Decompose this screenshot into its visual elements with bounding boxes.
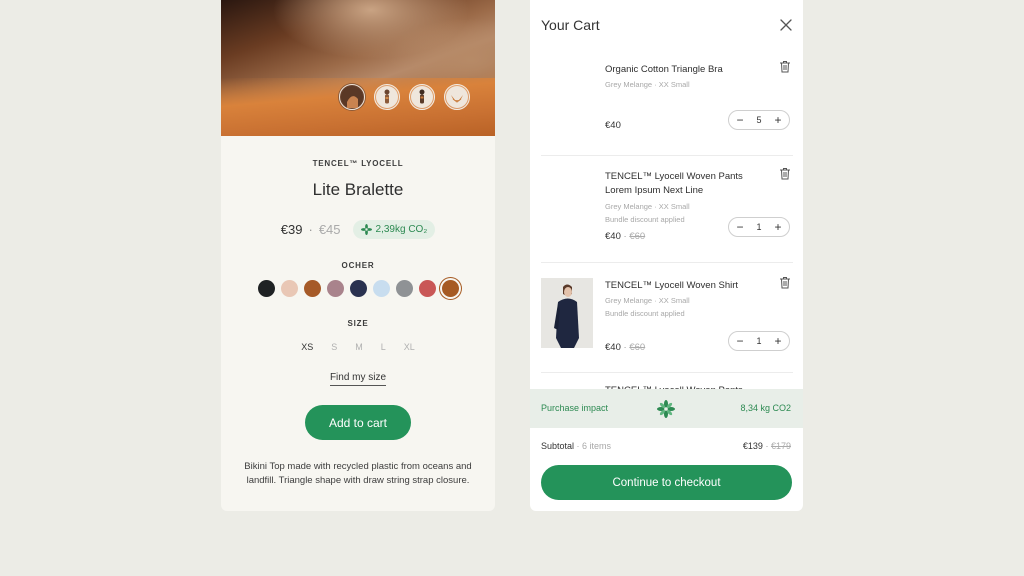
price-separator: · <box>308 222 313 237</box>
size-m[interactable]: M <box>355 342 363 352</box>
impact-label: Purchase impact <box>541 403 609 413</box>
total-old-price: €179 <box>770 441 791 451</box>
divider <box>541 372 793 373</box>
product-old-price: €45 <box>318 222 341 237</box>
thumbnail-4[interactable] <box>444 84 470 110</box>
swatch-grey[interactable] <box>395 280 413 297</box>
swatch-ocher[interactable] <box>441 280 459 297</box>
quantity-value: 1 <box>756 336 762 346</box>
item-price-value: €40 <box>605 120 621 131</box>
increment-button[interactable]: + <box>773 335 783 347</box>
checkout-button[interactable]: Continue to checkout <box>541 465 792 500</box>
close-icon[interactable] <box>779 18 793 32</box>
impact-value: 8,34 kg CO2 <box>740 403 791 413</box>
cart-panel: Your Cart Organic Cotton Triangle Bra Gr… <box>530 0 803 511</box>
product-card: TENCEL™ LYOCELL Lite Bralette €39 · €45 … <box>221 0 495 511</box>
color-swatches <box>221 280 495 297</box>
product-hero-image <box>221 0 495 136</box>
divider <box>541 262 793 263</box>
trash-icon[interactable] <box>779 276 791 289</box>
item-price-value: €40 <box>605 231 621 242</box>
item-price: €40 · €60 <box>605 231 646 242</box>
item-old-price: €60 <box>629 342 646 353</box>
item-name: TENCEL™ Lyocell Woven Shirt <box>605 280 739 291</box>
item-name: Organic Cotton Triangle Bra <box>605 64 723 75</box>
thumbnail-2[interactable] <box>374 84 400 110</box>
divider <box>541 155 793 156</box>
co2-badge: 2,39kg CO₂ <box>352 220 436 239</box>
size-s[interactable]: S <box>331 342 337 352</box>
product-description: Bikini Top made with recycled plastic fr… <box>244 461 472 486</box>
leaf-icon <box>360 224 372 235</box>
product-thumbnail[interactable] <box>541 278 593 348</box>
swatch-coral[interactable] <box>418 280 436 297</box>
product-title: Lite Bralette <box>312 180 404 199</box>
swatch-rust[interactable] <box>303 280 321 297</box>
size-label: SIZE <box>347 319 369 328</box>
swatch-light-blue[interactable] <box>372 280 390 297</box>
thumbnail-1[interactable] <box>339 84 365 110</box>
quantity-stepper: − 1 + <box>728 331 790 351</box>
trash-icon[interactable] <box>779 167 791 180</box>
quantity-stepper: − 5 + <box>728 110 790 130</box>
increment-button[interactable]: + <box>773 114 783 126</box>
swatch-blush[interactable] <box>280 280 298 297</box>
item-variant: Grey Melange · XX Small <box>605 202 690 211</box>
quantity-value: 5 <box>756 115 762 125</box>
size-l[interactable]: L <box>381 342 386 352</box>
image-thumbnails <box>339 84 470 110</box>
item-old-price: €60 <box>629 231 646 242</box>
product-details: TENCEL™ LYOCELL Lite Bralette €39 · €45 … <box>221 159 495 488</box>
decrement-button[interactable]: − <box>735 221 745 233</box>
increment-button[interactable]: + <box>773 221 783 233</box>
subtotal-count: 6 items <box>582 441 612 451</box>
size-xl[interactable]: XL <box>404 342 415 352</box>
co2-value: 2,39kg CO₂ <box>375 224 428 235</box>
find-my-size-link[interactable]: Find my size <box>329 372 387 386</box>
item-price: €40 <box>605 120 621 131</box>
item-price-value: €40 <box>605 342 621 353</box>
swatch-navy[interactable] <box>349 280 367 297</box>
swatch-mauve[interactable] <box>326 280 344 297</box>
trash-icon[interactable] <box>779 60 791 73</box>
quantity-value: 1 <box>756 222 762 232</box>
item-variant: Grey Melange · XX Small <box>605 80 690 89</box>
total: €139 · €179 <box>742 441 791 451</box>
purchase-impact-bar: Purchase impact 8,34 kg CO2 <box>530 389 803 428</box>
item-discount-note: Bundle discount applied <box>605 215 685 224</box>
product-material: TENCEL™ LYOCELL <box>312 159 404 168</box>
decrement-button[interactable]: − <box>735 335 745 347</box>
item-discount-note: Bundle discount applied <box>605 309 685 318</box>
item-variant: Grey Melange · XX Small <box>605 296 690 305</box>
color-label: OCHER <box>341 261 375 270</box>
item-price: €40 · €60 <box>605 342 646 353</box>
size-xs[interactable]: XS <box>301 342 313 352</box>
product-price: €39 <box>280 222 303 237</box>
subtotal: Subtotal · 6 items <box>541 441 612 451</box>
total-price: €139 <box>742 441 763 451</box>
decrement-button[interactable]: − <box>735 114 745 126</box>
swatch-black[interactable] <box>257 280 275 297</box>
subtotal-label: Subtotal <box>541 441 575 451</box>
item-name: TENCEL™ Lyocell Woven Pants Lorem Ipsum … <box>605 171 743 196</box>
cart-title: Your Cart <box>541 17 600 33</box>
leaf-icon <box>657 400 675 418</box>
size-options: XS S M L XL <box>221 342 495 352</box>
add-to-cart-button[interactable]: Add to cart <box>305 405 411 440</box>
thumbnail-3[interactable] <box>409 84 435 110</box>
quantity-stepper: − 1 + <box>728 217 790 237</box>
price-row: €39 · €45 2,39kg CO₂ <box>221 220 495 239</box>
